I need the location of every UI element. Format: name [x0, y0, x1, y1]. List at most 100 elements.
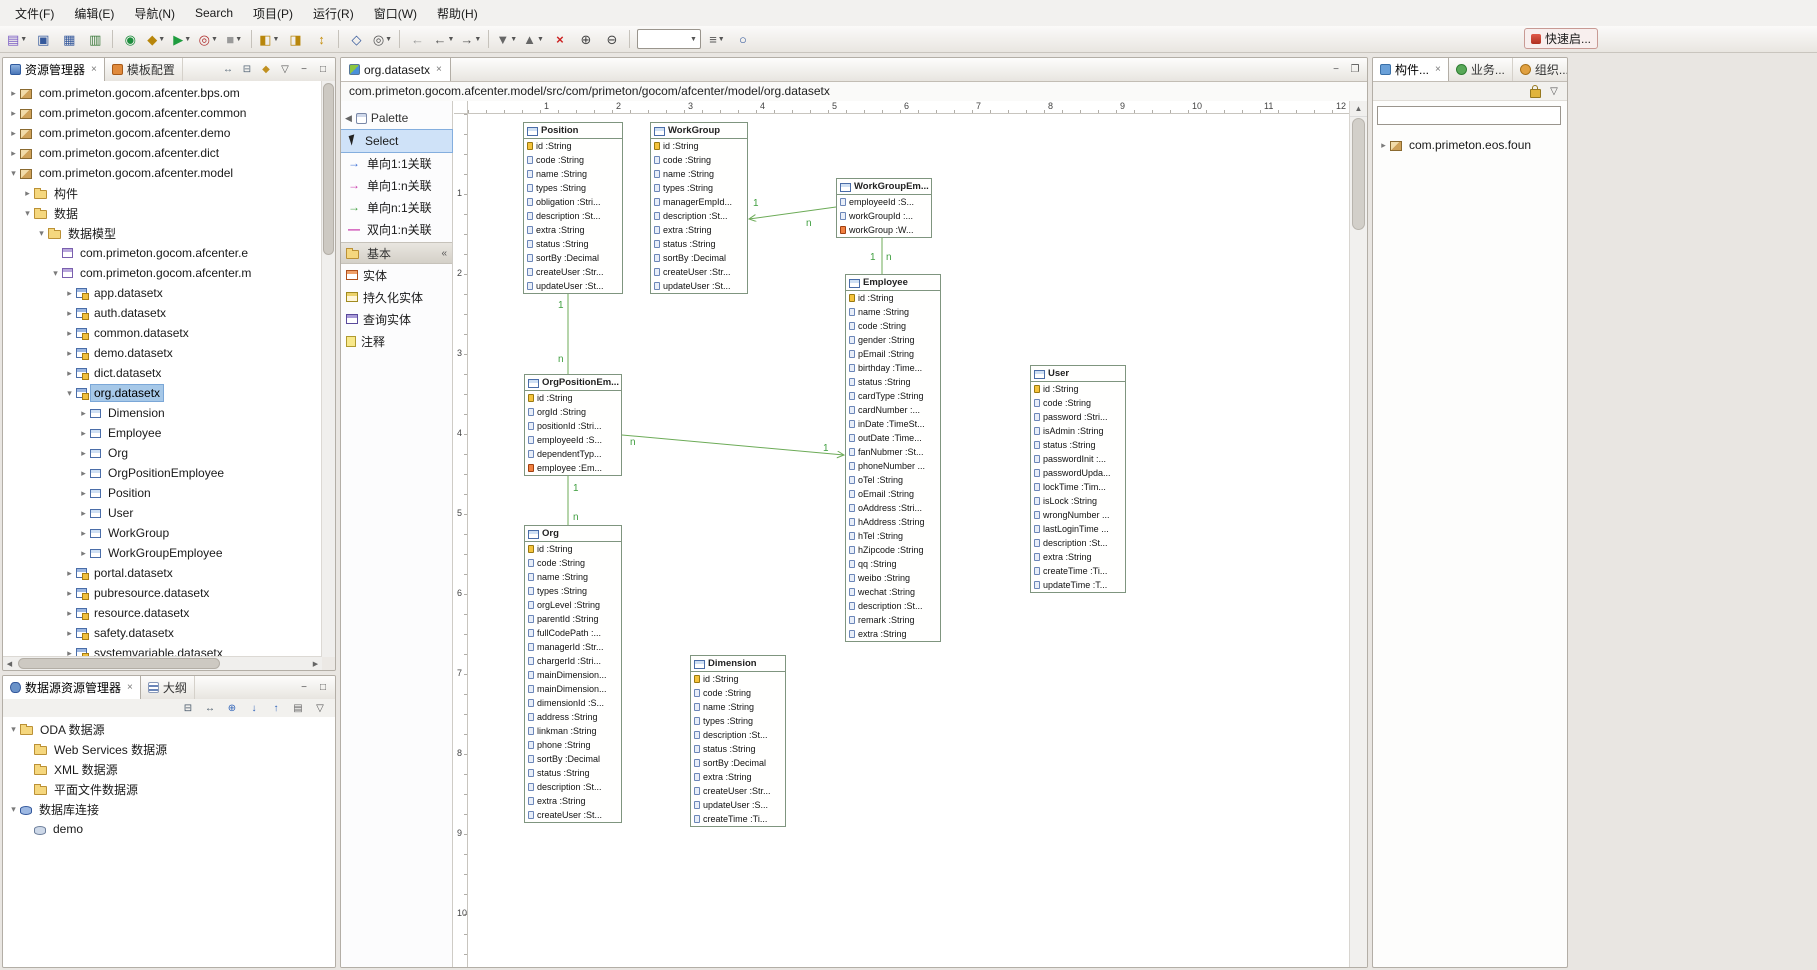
entity-field[interactable]: description :St... — [651, 209, 747, 223]
search-icon[interactable]: ◎▼ — [370, 28, 394, 50]
view-menu-icon[interactable]: ▽ — [277, 62, 293, 78]
collapse-all-icon[interactable]: ⊟ — [180, 700, 196, 716]
entity-field[interactable]: code :String — [525, 556, 621, 570]
component-tab-1[interactable]: 业务... — [1449, 58, 1513, 81]
explorer-row-10[interactable]: ▸app.datasetx — [3, 283, 322, 303]
explorer-row-17[interactable]: ▸Employee — [3, 423, 322, 443]
entity-field[interactable]: oEmail :String — [846, 487, 940, 501]
component-tab-0[interactable]: 构件...× — [1373, 58, 1449, 81]
entity-field[interactable]: createTime :Ti... — [1031, 564, 1125, 578]
entity-field[interactable]: id :String — [1031, 382, 1125, 396]
chevron-right-icon[interactable]: ▸ — [63, 568, 76, 579]
explorer-row-27[interactable]: ▸safety.datasetx — [3, 623, 322, 643]
chevron-right-icon[interactable]: ▸ — [1377, 140, 1390, 151]
explorer-horizontal-scrollbar[interactable]: ◀ ▶ — [3, 656, 322, 670]
explorer-row-11[interactable]: ▸auth.datasetx — [3, 303, 322, 323]
query-entity-tool[interactable]: 查询实体 — [341, 308, 452, 330]
chevron-right-icon[interactable]: ▸ — [7, 148, 20, 159]
find-diagram-icon[interactable]: ○ — [731, 28, 755, 50]
menu-item-1[interactable]: 编辑(E) — [65, 2, 123, 25]
close-icon[interactable]: × — [127, 682, 133, 693]
save-all-icon[interactable]: ▦ — [57, 28, 81, 50]
export-icon[interactable]: ↑ — [268, 700, 284, 716]
entity-field[interactable]: employeeId :S... — [837, 195, 931, 209]
entity-Org[interactable]: Orgid :Stringcode :Stringname :Stringtyp… — [524, 525, 622, 823]
explorer-tab-0[interactable]: 资源管理器× — [3, 58, 105, 81]
entity-OrgPositionEm[interactable]: OrgPositionEm...id :StringorgId :Stringp… — [524, 374, 622, 476]
entity-field[interactable]: sortBy :Decimal — [524, 251, 622, 265]
entity-field[interactable]: types :String — [524, 181, 622, 195]
entity-field[interactable]: cardNumber :... — [846, 403, 940, 417]
run-icon[interactable]: ▶▼ — [170, 28, 194, 50]
entity-field[interactable]: extra :String — [651, 223, 747, 237]
chevron-right-icon[interactable]: ▸ — [7, 128, 20, 139]
zoom-level-combo[interactable]: ▼ — [637, 29, 701, 49]
close-icon[interactable]: × — [91, 64, 97, 75]
chevron-down-icon[interactable]: ▾ — [21, 208, 34, 219]
update-icon[interactable]: ↕ — [309, 28, 333, 50]
start-server-icon[interactable]: ◉ — [118, 28, 142, 50]
minimize-icon[interactable]: − — [296, 680, 312, 696]
entity-field[interactable]: status :String — [651, 237, 747, 251]
entity-User[interactable]: Userid :Stringcode :Stringpassword :Stri… — [1030, 365, 1126, 593]
entity-field[interactable]: extra :String — [846, 627, 940, 641]
relation-1-1-tool[interactable]: →单向1:1关联 — [341, 152, 452, 174]
entity-field[interactable]: code :String — [691, 686, 785, 700]
entity-field[interactable]: hTel :String — [846, 529, 940, 543]
explorer-row-25[interactable]: ▸pubresource.datasetx — [3, 583, 322, 603]
new-connection-icon[interactable]: ⊕ — [224, 700, 240, 716]
chevron-right-icon[interactable]: ▸ — [77, 488, 90, 499]
explorer-row-9[interactable]: ▾com.primeton.gocom.afcenter.m — [3, 263, 322, 283]
explorer-row-14[interactable]: ▸dict.datasetx — [3, 363, 322, 383]
link-with-editor-icon[interactable]: ↔ — [202, 700, 218, 716]
chevron-right-icon[interactable]: ▸ — [77, 528, 90, 539]
entity-field[interactable]: id :String — [651, 139, 747, 153]
entity-field[interactable]: code :String — [846, 319, 940, 333]
menu-item-3[interactable]: Search — [186, 3, 242, 23]
chevron-down-icon[interactable]: ▾ — [35, 228, 48, 239]
entity-field[interactable]: createUser :Str... — [691, 784, 785, 798]
entity-field[interactable]: extra :String — [691, 770, 785, 784]
chevron-right-icon[interactable]: ▸ — [63, 368, 76, 379]
entity-field[interactable]: passwordInit :... — [1031, 452, 1125, 466]
entity-field[interactable]: status :String — [525, 766, 621, 780]
next-annotation-icon[interactable]: ▼▼ — [494, 28, 519, 50]
entity-field[interactable]: name :String — [651, 167, 747, 181]
new-wizard-icon[interactable]: ▤▼ — [5, 28, 29, 50]
chevron-down-icon[interactable]: ▾ — [7, 804, 20, 815]
chevron-right-icon[interactable]: ▸ — [63, 348, 76, 359]
entity-field[interactable]: createTime :Ti... — [691, 812, 785, 826]
explorer-row-0[interactable]: ▸com.primeton.gocom.afcenter.bps.om — [3, 83, 322, 103]
chevron-right-icon[interactable]: ▸ — [77, 508, 90, 519]
explorer-row-18[interactable]: ▸Org — [3, 443, 322, 463]
entity-field[interactable]: fullCodePath :... — [525, 626, 621, 640]
entity-field[interactable]: extra :String — [525, 794, 621, 808]
entity-field[interactable]: id :String — [524, 139, 622, 153]
explorer-row-21[interactable]: ▸User — [3, 503, 322, 523]
entity-field[interactable]: createUser :St... — [525, 808, 621, 822]
entity-field[interactable]: createUser :Str... — [651, 265, 747, 279]
entity-field[interactable]: createUser :Str... — [524, 265, 622, 279]
explorer-row-4[interactable]: ▾com.primeton.gocom.afcenter.model — [3, 163, 322, 183]
chevron-right-icon[interactable]: ▸ — [63, 608, 76, 619]
entity-field[interactable]: description :St... — [846, 599, 940, 613]
close-icon[interactable]: × — [436, 64, 442, 75]
entity-field[interactable]: remark :String — [846, 613, 940, 627]
focus-icon[interactable]: ◆ — [258, 62, 274, 78]
collapse-palette-icon[interactable]: ◀ — [345, 113, 352, 124]
note-tool[interactable]: 注释 — [341, 330, 452, 352]
entity-field[interactable]: name :String — [524, 167, 622, 181]
editor-vertical-scrollbar[interactable]: ▲ — [1349, 101, 1367, 967]
entity-field[interactable]: extra :String — [524, 223, 622, 237]
filter-input[interactable] — [1377, 106, 1561, 125]
menu-item-4[interactable]: 项目(P) — [244, 2, 302, 25]
explorer-row-23[interactable]: ▸WorkGroupEmployee — [3, 543, 322, 563]
entity-field[interactable]: dimensionId :S... — [525, 696, 621, 710]
prev-annotation-icon[interactable]: ▲▼ — [521, 28, 546, 50]
entity-field[interactable]: isLock :String — [1031, 494, 1125, 508]
forward-icon[interactable]: →▼ — [458, 28, 483, 50]
entity-field[interactable]: passwordUpda... — [1031, 466, 1125, 480]
view-menu-icon[interactable]: ▽ — [1546, 83, 1562, 99]
palette-section-basic[interactable]: 基本 « — [341, 242, 452, 264]
scroll-up-icon[interactable]: ▲ — [1350, 101, 1367, 117]
